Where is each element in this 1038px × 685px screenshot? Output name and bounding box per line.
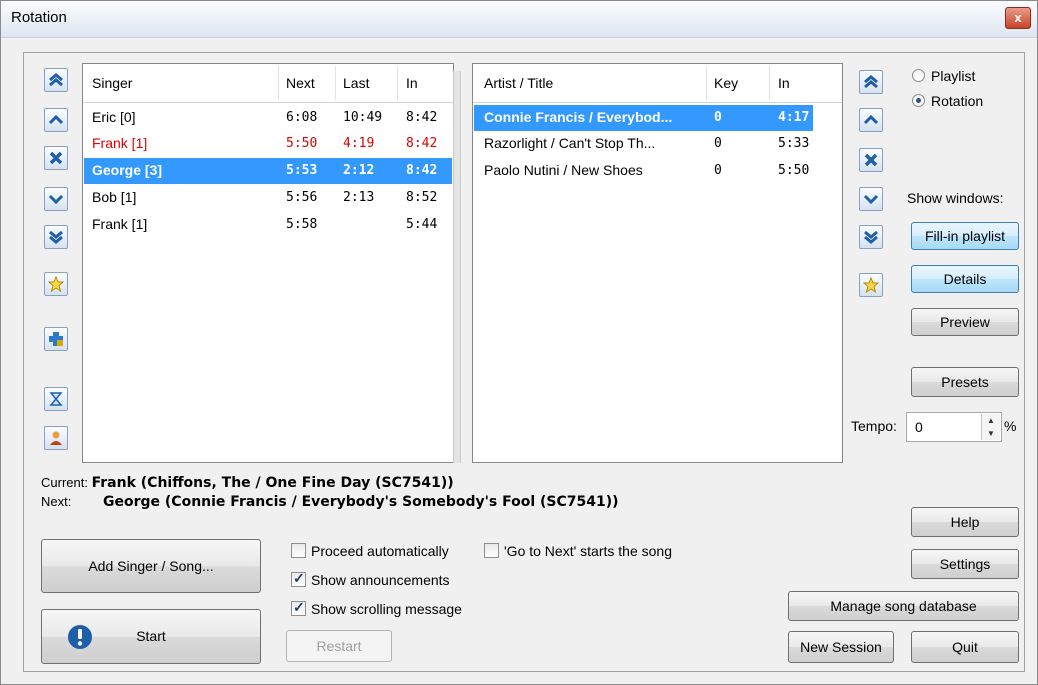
song-row[interactable]: Paolo Nutini / New Shoes 0 5:50 — [474, 158, 813, 184]
songs-list[interactable]: Artist / Title Key In Connie Francis / E… — [472, 63, 843, 463]
chevron-down-icon — [48, 194, 64, 205]
help-button[interactable]: Help — [911, 507, 1019, 537]
checkbox-indicator — [291, 543, 306, 558]
star-icon — [863, 277, 879, 293]
radio-indicator — [912, 94, 925, 107]
preview-button[interactable]: Preview — [911, 308, 1019, 336]
song-move-up-button[interactable] — [859, 108, 883, 132]
singer-row-selected[interactable]: George [3] 5:53 2:12 8:42 — [84, 158, 452, 184]
song-row-selected[interactable]: Connie Francis / Everybod... 0 4:17 — [474, 105, 813, 131]
tempo-arrows[interactable]: ▲ ▼ — [981, 414, 1000, 440]
close-button[interactable]: x — [1005, 7, 1031, 29]
quit-button[interactable]: Quit — [911, 631, 1019, 663]
col-key[interactable]: Key — [714, 75, 738, 91]
title-bar: Rotation x — [1, 1, 1037, 38]
checkbox-indicator — [291, 570, 306, 587]
song-favorite-button[interactable] — [859, 273, 883, 297]
chevron-up-icon — [863, 114, 879, 125]
double-chevron-up-icon — [49, 73, 63, 87]
col-next[interactable]: Next — [286, 75, 315, 91]
add-to-rotation-button[interactable] — [44, 327, 68, 351]
song-row[interactable]: Razorlight / Can't Stop Th... 0 5:33 — [474, 131, 813, 157]
chevron-down-icon — [863, 194, 879, 205]
next-value: George (Connie Francis / Everybody's Som… — [103, 494, 619, 510]
start-button[interactable]: Start — [41, 609, 261, 664]
add-singer-song-button[interactable]: Add Singer / Song... — [41, 539, 261, 593]
singers-list[interactable]: Singer Next Last In Eric [0] 6:08 10:49 … — [82, 63, 454, 463]
remove-singer-button[interactable] — [44, 146, 68, 170]
show-windows-label: Show windows: — [907, 190, 1004, 206]
col-in[interactable]: In — [406, 75, 418, 91]
radio-indicator — [912, 69, 925, 82]
current-value: Frank (Chiffons, The / One Fine Day (SC7… — [91, 475, 454, 491]
current-status: Current: Frank (Chiffons, The / One Fine… — [41, 475, 454, 491]
new-session-button[interactable]: New Session — [788, 631, 894, 663]
chevron-up-icon — [48, 114, 64, 125]
move-up-button[interactable] — [44, 108, 68, 132]
move-down-button[interactable] — [44, 187, 68, 211]
fill-in-playlist-button[interactable]: Fill-in playlist — [911, 222, 1019, 250]
next-status: Next: George (Connie Francis / Everybody'… — [41, 494, 619, 510]
hourglass-icon — [49, 392, 63, 406]
songs-header: Artist / Title Key In — [473, 64, 842, 103]
tempo-spinner[interactable]: 0 ▲ ▼ — [906, 412, 1002, 442]
rotation-window: Rotation x Singer Next Last In Eric [0] … — [0, 0, 1038, 685]
settings-button[interactable]: Settings — [911, 549, 1019, 579]
singers-header: Singer Next Last In — [83, 64, 453, 103]
remove-x-icon — [49, 151, 63, 165]
checkbox-indicator — [291, 599, 306, 616]
puzzle-add-icon — [49, 332, 63, 346]
col-artist-title[interactable]: Artist / Title — [484, 75, 553, 91]
tempo-label: Tempo: — [851, 418, 897, 434]
remove-x-icon — [864, 153, 878, 167]
manage-song-database-button[interactable]: Manage song database — [788, 591, 1019, 621]
restart-button[interactable]: Restart — [286, 630, 392, 662]
song-move-to-top-button[interactable] — [859, 70, 883, 94]
tempo-value: 0 — [915, 419, 923, 435]
star-icon — [48, 276, 64, 292]
spin-up-icon[interactable]: ▲ — [982, 414, 1000, 427]
song-remove-button[interactable] — [859, 148, 883, 172]
song-move-down-button[interactable] — [859, 187, 883, 211]
double-chevron-down-icon — [864, 230, 878, 244]
spin-down-icon[interactable]: ▼ — [982, 427, 1000, 440]
song-move-to-bottom-button[interactable] — [859, 225, 883, 249]
presets-button[interactable]: Presets — [911, 367, 1019, 397]
tempo-unit: % — [1004, 418, 1017, 434]
col-song-in[interactable]: In — [778, 75, 790, 91]
close-icon: x — [1014, 10, 1022, 25]
info-exclamation-icon — [68, 625, 92, 649]
details-button[interactable]: Details — [911, 265, 1019, 293]
singer-history-button[interactable] — [44, 426, 68, 450]
double-chevron-up-icon — [864, 75, 878, 89]
favorite-singer-button[interactable] — [44, 272, 68, 296]
singer-row[interactable]: Bob [1] 5:56 2:13 8:52 — [84, 185, 452, 211]
move-to-bottom-button[interactable] — [44, 225, 68, 249]
panel-splitter[interactable] — [453, 71, 461, 463]
move-to-top-button[interactable] — [44, 68, 68, 92]
singer-row[interactable]: Frank [1] 5:50 4:19 8:42 — [84, 131, 452, 157]
col-singer[interactable]: Singer — [92, 75, 132, 91]
window-title: Rotation — [11, 9, 67, 26]
person-icon — [50, 431, 62, 445]
timer-button[interactable] — [44, 387, 68, 411]
checkbox-indicator — [484, 543, 499, 558]
singer-row[interactable]: Eric [0] 6:08 10:49 8:42 — [84, 105, 452, 131]
singer-row[interactable]: Frank [1] 5:58 5:44 — [84, 212, 452, 238]
col-last[interactable]: Last — [343, 75, 369, 91]
double-chevron-down-icon — [49, 230, 63, 244]
